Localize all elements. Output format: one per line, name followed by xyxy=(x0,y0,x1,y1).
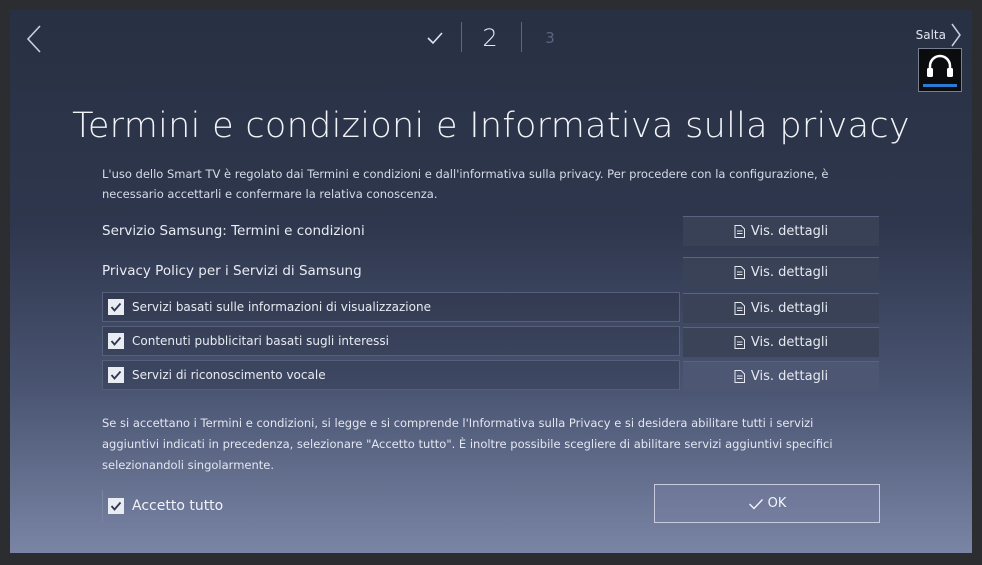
checkbox-checked-icon xyxy=(110,370,122,380)
document-icon xyxy=(734,302,745,315)
privacy-policy-row: Privacy Policy per i Servizi di Samsung xyxy=(102,256,680,286)
accept-all-explanation: Se si accettano i Termini e condizioni, … xyxy=(102,416,833,472)
tv-frame: 2 3 Salta Termini e condizioni e Informa… xyxy=(0,0,982,565)
accept-all-label: Accetto tutto xyxy=(132,498,224,514)
voice-guide-button[interactable] xyxy=(918,48,962,92)
details-button-label: Vis. dettagli xyxy=(750,265,829,280)
check-icon xyxy=(748,498,763,510)
interest-ads-checkbox[interactable] xyxy=(108,333,124,349)
viewing-info-checkbox[interactable] xyxy=(108,299,124,315)
interest-ads-details-button[interactable]: Vis. dettagli xyxy=(683,327,879,357)
viewing-info-details-button[interactable]: Vis. dettagli xyxy=(683,293,879,323)
accept-all-option[interactable]: Accetto tutto xyxy=(102,490,281,522)
intro-text: L'uso dello Smart TV è regolato dai Term… xyxy=(102,167,829,201)
skip-button[interactable]: Salta xyxy=(916,22,962,48)
privacy-details-button[interactable]: Vis. dettagli xyxy=(683,257,879,287)
accept-all-checkbox[interactable] xyxy=(108,498,124,514)
checkbox-checked-icon xyxy=(110,336,122,346)
document-icon xyxy=(734,225,745,238)
voice-recognition-label: Servizi di riconoscimento vocale xyxy=(132,368,326,382)
check-icon xyxy=(427,32,443,45)
details-button-label: Vis. dettagli xyxy=(750,369,829,384)
back-arrow-icon xyxy=(26,25,41,53)
voice-guide-indicator xyxy=(923,84,957,87)
voice-recognition-row[interactable]: Servizi di riconoscimento vocale xyxy=(102,360,680,390)
terms-row: Servizio Samsung: Termini e condizioni xyxy=(102,216,680,246)
terms-label: Servizio Samsung: Termini e condizioni xyxy=(102,223,365,239)
ok-label: OK xyxy=(767,496,787,511)
step-2-current: 2 xyxy=(482,24,498,52)
step-divider xyxy=(461,22,462,52)
details-button-label: Vis. dettagli xyxy=(750,335,829,350)
document-icon xyxy=(734,336,745,349)
back-button[interactable] xyxy=(24,24,44,53)
interest-ads-row[interactable]: Contenuti pubblicitari basati sugli inte… xyxy=(102,326,680,356)
viewing-info-row[interactable]: Servizi basati sulle informazioni di vis… xyxy=(102,292,680,322)
headset-icon xyxy=(927,54,953,77)
voice-recognition-details-button[interactable]: Vis. dettagli xyxy=(683,361,879,391)
next-arrow-icon xyxy=(951,23,961,47)
skip-label: Salta xyxy=(915,28,946,42)
ok-button[interactable]: OK xyxy=(654,484,880,523)
terms-details-button[interactable]: Vis. dettagli xyxy=(683,216,879,246)
checkbox-checked-icon xyxy=(110,501,122,511)
details-button-label: Vis. dettagli xyxy=(750,224,829,239)
page-title: Termini e condizioni e Informativa sulla… xyxy=(72,106,910,146)
document-icon xyxy=(734,370,745,383)
privacy-policy-label: Privacy Policy per i Servizi di Samsung xyxy=(102,263,362,279)
document-icon xyxy=(734,266,745,279)
top-navigation: 2 3 Salta xyxy=(10,10,972,70)
step-divider xyxy=(521,22,522,52)
step-3-upcoming: 3 xyxy=(545,29,555,47)
step-1-completed xyxy=(410,18,460,58)
interest-ads-label: Contenuti pubblicitari basati sugli inte… xyxy=(132,334,389,348)
setup-screen: 2 3 Salta Termini e condizioni e Informa… xyxy=(10,10,972,553)
viewing-info-label: Servizi basati sulle informazioni di vis… xyxy=(132,300,431,314)
voice-recognition-checkbox[interactable] xyxy=(108,367,124,383)
details-button-label: Vis. dettagli xyxy=(750,301,829,316)
checkbox-checked-icon xyxy=(110,302,122,312)
